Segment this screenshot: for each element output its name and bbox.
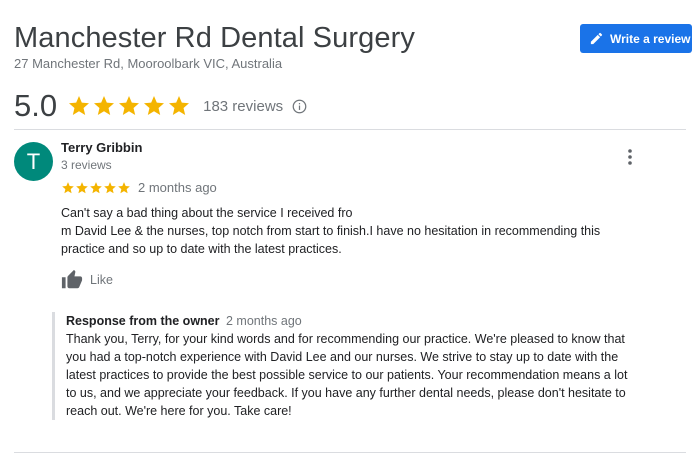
review-stars — [61, 181, 131, 195]
more-vertical-icon[interactable] — [624, 148, 636, 166]
like-label: Like — [90, 273, 113, 287]
owner-text-line: to us, and we appreciate your feedback. … — [66, 386, 626, 400]
owner-response-text: Thank you, Terry, for your kind words an… — [66, 330, 662, 420]
edit-pencil-icon — [590, 32, 603, 45]
thumbs-up-icon — [61, 269, 83, 289]
owner-text-line: reach out. We're here for you. Take care… — [66, 404, 292, 418]
business-name: Manchester Rd Dental Surgery — [14, 22, 415, 54]
review-text-line: practice and so up to date with the late… — [61, 242, 342, 256]
star-icon — [104, 181, 116, 193]
divider — [14, 452, 686, 453]
star-icon — [69, 96, 90, 115]
owner-response-label: Response from the owner — [66, 314, 220, 328]
owner-text-line: latest practices to provide the best pos… — [66, 368, 628, 382]
owner-response: Response from the owner 2 months ago Tha… — [52, 312, 662, 420]
write-review-label: Write a review — [610, 31, 691, 46]
star-icon — [76, 181, 88, 193]
review-text: Can't say a bad thing about the service … — [61, 204, 651, 258]
star-icon — [118, 181, 130, 193]
review-text-line: m David Lee & the nurses, top notch from… — [61, 224, 601, 238]
info-icon[interactable] — [292, 99, 307, 114]
star-icon — [94, 96, 115, 115]
star-icon — [144, 96, 165, 115]
owner-response-date: 2 months ago — [225, 314, 302, 328]
reviewer-name[interactable]: Terry Gribbin — [61, 140, 142, 155]
average-rating: 5.0 — [14, 88, 58, 123]
review-date: 2 months ago — [138, 180, 217, 195]
divider — [14, 129, 686, 130]
rating-summary: 5.0 183 reviews — [14, 86, 307, 126]
review-text-line: Can't say a bad thing about the service … — [61, 206, 353, 220]
star-icon — [62, 181, 74, 193]
review-count[interactable]: 183 reviews — [203, 98, 283, 115]
star-icon — [119, 96, 140, 115]
star-icon — [90, 181, 102, 193]
rating-stars — [67, 94, 191, 118]
reviewer-review-count: 3 reviews — [61, 158, 112, 172]
like-button[interactable]: Like — [61, 269, 113, 291]
avatar[interactable]: T — [14, 142, 53, 181]
business-address: 27 Manchester Rd, Mooroolbark VIC, Austr… — [14, 56, 283, 71]
owner-text-line: Thank you, Terry, for your kind words an… — [66, 332, 625, 346]
star-icon — [169, 96, 190, 115]
review-rating: 2 months ago — [61, 180, 217, 195]
owner-text-line: you had a top-notch experience with Davi… — [66, 350, 619, 364]
write-review-button[interactable]: Write a review — [580, 24, 692, 53]
